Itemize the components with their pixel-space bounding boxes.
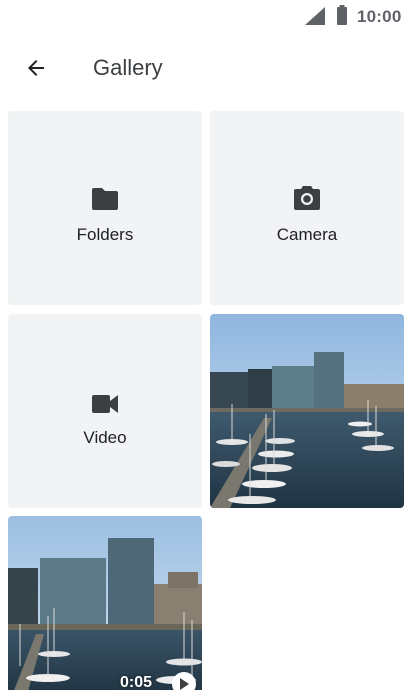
back-button[interactable] xyxy=(16,48,56,88)
video-duration: 0:05 xyxy=(120,674,153,690)
status-clock: 10:00 xyxy=(357,7,402,26)
app-bar: Gallery xyxy=(0,40,414,96)
camera-icon xyxy=(294,182,320,210)
tile-label: Folders xyxy=(76,224,134,244)
tile-folders[interactable]: Folders xyxy=(8,111,202,305)
play-icon xyxy=(172,672,196,690)
arrow-back-icon xyxy=(28,60,44,76)
tile-label: Camera xyxy=(276,224,338,244)
tile-video[interactable]: Video xyxy=(8,314,202,508)
videocam-icon xyxy=(92,385,118,413)
status-bar: 10:00 xyxy=(0,0,414,32)
marina-photo xyxy=(210,314,404,508)
page-title: Gallery xyxy=(93,55,163,80)
marina-video-frame xyxy=(8,516,202,690)
signal-icon xyxy=(305,7,325,25)
photo-thumbnail[interactable] xyxy=(210,314,404,508)
battery-icon xyxy=(337,5,347,25)
folder-icon xyxy=(92,182,118,210)
video-thumbnail[interactable]: 0:05 xyxy=(8,516,202,690)
tile-camera[interactable]: Camera xyxy=(210,111,404,305)
tile-label: Video xyxy=(83,427,127,447)
